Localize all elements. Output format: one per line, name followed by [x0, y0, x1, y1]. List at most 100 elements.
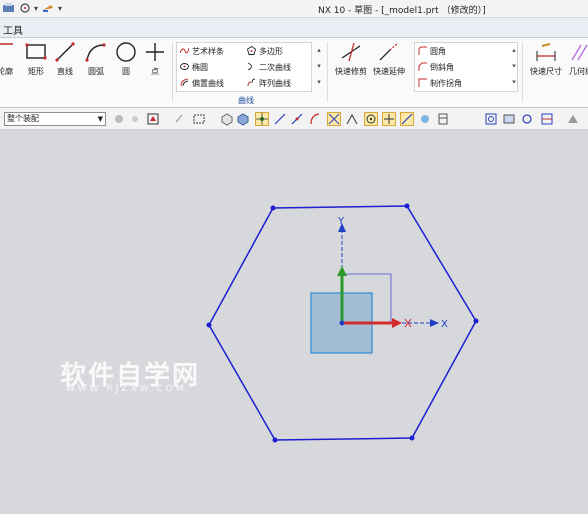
geometric-constraints-label: 几何约	[569, 67, 588, 76]
save-icon[interactable]	[2, 2, 16, 15]
snap-point-icon[interactable]	[255, 112, 269, 126]
point-on-curve-icon[interactable]	[382, 112, 396, 126]
fillet-icon	[418, 46, 427, 55]
conic-icon	[247, 62, 256, 71]
rapid-dimension-icon	[536, 43, 556, 61]
view-orientation-icon[interactable]	[540, 112, 554, 126]
line-label: 直线	[57, 67, 73, 76]
zoom-icon[interactable]	[502, 112, 516, 126]
rotate-icon[interactable]	[520, 112, 534, 126]
point-icon	[146, 43, 164, 61]
profile-button[interactable]: 轮廓	[0, 41, 20, 85]
circle-button[interactable]: 圆	[111, 41, 141, 85]
hexagon-vertex[interactable]	[409, 435, 415, 441]
circle-icon	[116, 42, 136, 62]
gallery-scroll[interactable]: ▴ ▾ ▾	[314, 42, 324, 92]
make-corner-item[interactable]: 制作拐角	[418, 77, 462, 90]
geometric-constraints-button[interactable]: 几何约	[566, 41, 588, 85]
line-button[interactable]: 直线	[50, 41, 80, 85]
fillet-item[interactable]: 圆角	[418, 45, 446, 58]
offset-curve-label: 偏置曲线	[192, 79, 224, 88]
intersection-icon[interactable]	[327, 112, 341, 126]
hexagon-vertex[interactable]	[272, 437, 278, 443]
filter-icon[interactable]	[128, 112, 142, 126]
hexagon-vertex[interactable]	[473, 318, 479, 324]
grid-icon[interactable]	[436, 112, 450, 126]
rectangle-button[interactable]: 矩形	[21, 41, 51, 85]
tab-tools[interactable]: 工具	[3, 22, 23, 37]
midpoint-icon[interactable]	[290, 112, 304, 126]
ribbon-separator	[172, 42, 173, 102]
point-button[interactable]: 点	[140, 41, 170, 85]
link-icon[interactable]	[174, 112, 188, 126]
chevron-down-icon: ▼	[97, 115, 103, 123]
endpoint-icon[interactable]	[273, 112, 287, 126]
chamfer-item[interactable]: 倒斜角	[418, 61, 454, 74]
hexagon-vertex[interactable]	[404, 203, 410, 209]
csys-x-arrowhead	[392, 318, 402, 328]
csys-origin[interactable]	[339, 320, 345, 326]
quick-trim-icon	[341, 42, 361, 62]
sketch-canvas[interactable]: Y X	[0, 131, 588, 511]
rectangle-select-icon[interactable]	[192, 112, 206, 126]
rectangle-icon	[25, 43, 47, 60]
pole-icon[interactable]	[418, 112, 432, 126]
rapid-dimension-button[interactable]: 快速尺寸	[528, 41, 564, 85]
curve-snap-icon[interactable]	[308, 112, 322, 126]
solid-body-icon[interactable]	[236, 112, 250, 126]
chamfer-icon	[418, 62, 427, 71]
make-corner-label: 制作拐角	[430, 79, 462, 88]
polygon-item[interactable]: 多边形	[246, 45, 283, 58]
hexagon-vertex[interactable]	[270, 205, 276, 211]
curve-group-label: 曲线	[238, 96, 254, 105]
quick-access-dropdown-2[interactable]: ▾	[58, 2, 62, 15]
corner-scroll[interactable]: ▴ ▾ ▾	[509, 42, 519, 92]
graphics-window[interactable]: Y X	[0, 131, 588, 511]
select-box-icon[interactable]	[146, 112, 160, 126]
pattern-curve-item[interactable]: 阵列曲线	[247, 77, 291, 90]
offset-curve-item[interactable]: 偏置曲线	[180, 77, 224, 90]
cube-icon[interactable]	[220, 112, 234, 126]
profile-label: 轮廓	[0, 67, 13, 76]
hexagon-vertex[interactable]	[206, 322, 212, 328]
ribbon-separator	[327, 42, 328, 102]
view-fit-icon[interactable]	[484, 112, 498, 126]
ribbon: 轮廓 矩形 直线 圆弧 圆 点 艺术样条 多边形 椭圆 二次曲线 偏置曲线 阵列…	[0, 38, 588, 108]
title-bar: ▾ ▾ NX 10 - 草图 - [_model1.prt （修改的）]	[0, 0, 588, 18]
circle-label: 圆	[122, 67, 130, 76]
undo-icon[interactable]	[19, 2, 31, 15]
existing-point-icon[interactable]	[400, 112, 414, 126]
watermark-url: WWW.RJZXW.COM	[66, 384, 187, 394]
quick-trim-button[interactable]: 快速修剪	[334, 41, 368, 85]
conic-item[interactable]: 二次曲线	[247, 61, 291, 74]
pattern-curve-icon	[247, 78, 256, 87]
quick-access-toolbar: ▾ ▾	[2, 2, 62, 15]
redo-icon[interactable]	[41, 2, 55, 15]
gear-icon[interactable]	[112, 112, 126, 126]
quick-access-dropdown-1[interactable]: ▾	[34, 2, 38, 15]
rapid-dimension-label: 快速尺寸	[530, 67, 562, 76]
ribbon-separator	[522, 42, 523, 102]
line-icon	[55, 42, 75, 62]
pattern-curve-label: 阵列曲线	[259, 79, 291, 88]
make-corner-icon	[418, 78, 427, 87]
render-style-icon[interactable]	[566, 112, 580, 126]
rectangle-label: 矩形	[28, 67, 44, 76]
quick-extend-label: 快速延伸	[373, 67, 405, 76]
chamfer-label: 倒斜角	[430, 63, 454, 72]
ellipse-item[interactable]: 椭圆	[180, 61, 208, 74]
quick-extend-icon	[379, 42, 399, 61]
center-snap-icon[interactable]	[364, 112, 378, 126]
angle-snap-icon[interactable]	[345, 112, 359, 126]
arc-button[interactable]: 圆弧	[81, 41, 111, 85]
csys-y-arrowhead	[337, 266, 347, 276]
selection-filter-value: 整个装配	[7, 114, 39, 123]
quick-extend-button[interactable]: 快速延伸	[372, 41, 406, 85]
point-label: 点	[151, 67, 159, 76]
arc-icon	[85, 43, 106, 62]
quick-trim-label: 快速修剪	[335, 67, 367, 76]
selection-filter-select[interactable]: 整个装配 ▼	[4, 112, 106, 126]
studio-spline-item[interactable]: 艺术样条	[179, 45, 224, 58]
offset-curve-icon	[180, 78, 189, 87]
ellipse-label: 椭圆	[192, 63, 208, 72]
